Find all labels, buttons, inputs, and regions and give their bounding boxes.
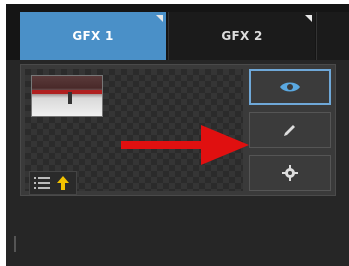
move-up-icon[interactable] (56, 175, 70, 191)
slot-tools (29, 171, 77, 195)
scroll-handle[interactable] (14, 236, 16, 252)
pencil-icon (284, 125, 295, 136)
gear-icon (282, 165, 298, 181)
tab-gfx-2[interactable]: GFX 2 (168, 12, 315, 60)
tab-gfx-1[interactable]: GFX 1 (20, 12, 166, 60)
tab-gfx-1-label: GFX 1 (72, 29, 114, 43)
tab-corner-icon (156, 15, 163, 22)
tab-bar: GFX 1 GFX 2 (6, 4, 349, 60)
red-arrow-annotation (121, 125, 249, 165)
eye-icon (280, 82, 300, 92)
settings-button[interactable] (249, 155, 331, 191)
thumbnail-figure (68, 92, 72, 104)
view-button[interactable] (249, 69, 331, 105)
thumbnail-stripe (32, 90, 102, 94)
edit-button[interactable] (249, 112, 331, 148)
video-thumbnail[interactable] (31, 75, 103, 117)
graphics-slot (20, 64, 336, 196)
tab-gfx-3[interactable] (316, 12, 349, 60)
tab-gfx-2-label: GFX 2 (221, 29, 263, 43)
graphics-panel: GFX 1 GFX 2 (6, 4, 349, 266)
list-icon[interactable] (34, 176, 50, 190)
tab-corner-icon (305, 15, 312, 22)
